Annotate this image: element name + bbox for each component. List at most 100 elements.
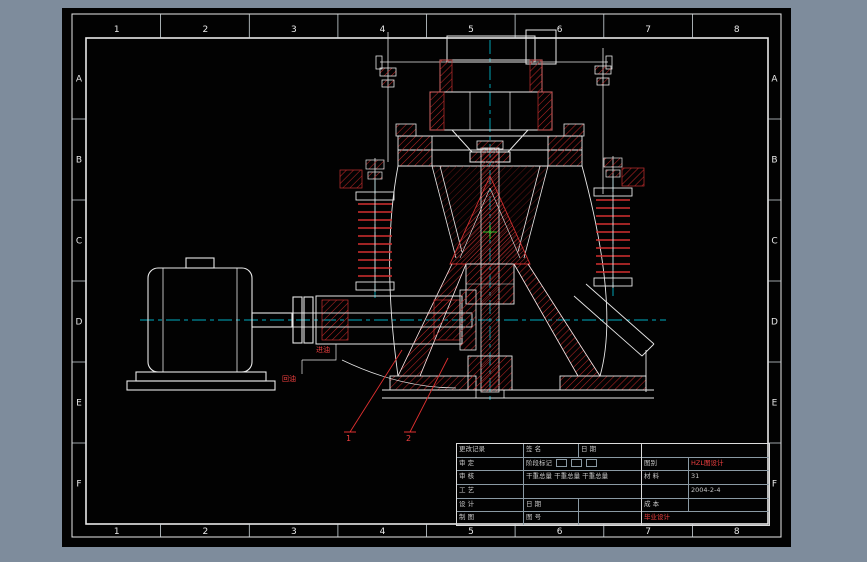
tb-date-col: 日 期 <box>581 445 597 453</box>
tb-sign-col: 签 名 <box>524 444 579 457</box>
oil-in-label: 进油 <box>316 345 330 354</box>
tb-empty-cell <box>642 485 689 498</box>
zone-row-left-E: E <box>76 399 82 409</box>
zone-row-right-D: D <box>771 318 778 328</box>
cad-viewport: 1 1 2 2 3 3 4 4 5 5 6 6 7 7 8 8 A A B B C C D D E E F F 进油 回油 1 2 更… <box>0 0 867 562</box>
feed-box-wall <box>429 91 445 131</box>
zone-row-left-F: F <box>76 480 81 490</box>
zone-col-bottom-7: 7 <box>645 527 651 537</box>
tb-weight-text: 干重总量 干重总量 干重总量 <box>526 472 609 481</box>
zone-row-right-A: A <box>771 75 778 85</box>
title-block: 更改记录 签 名 日 期 审 定 阶段标记 审 核 干重总量 干重总量 干重总量… <box>456 443 770 526</box>
stage-mark-box <box>571 458 583 467</box>
title-block-right: 图别 HZL图设计 材 料 31 2004-2-4 成 本 毕业设计 <box>642 444 769 525</box>
zone-row-left-D: D <box>76 318 83 328</box>
zone-col-top-7: 7 <box>645 25 651 35</box>
stage-mark-box <box>586 458 598 467</box>
zone-col-top-5: 5 <box>468 25 474 35</box>
rim-ring-left <box>397 135 433 167</box>
rod-nut <box>594 65 612 75</box>
title-block-row <box>642 444 769 458</box>
tb-drawing-code: HZL图设计 <box>691 458 724 467</box>
title-block-row: 材 料 31 <box>642 471 769 486</box>
tb-row-design: 设 计 <box>457 498 524 512</box>
title-block-row: 毕业设计 <box>642 512 769 525</box>
hopper-wall <box>439 59 453 93</box>
zone-col-bottom-1: 1 <box>114 527 120 537</box>
tb-empty-cell <box>579 499 641 512</box>
spring-nut <box>367 171 383 180</box>
tb-material-label: 材 料 <box>642 471 689 485</box>
zone-row-left-C: C <box>76 237 82 247</box>
title-block-row: 审 定 阶段标记 <box>457 457 641 472</box>
zone-row-right-E: E <box>772 399 778 409</box>
spring-nut <box>603 157 623 168</box>
tb-empty-cell <box>579 512 641 525</box>
rim-cap-right <box>563 123 585 137</box>
title-block-row: 成 本 <box>642 498 769 513</box>
tb-empty-cell <box>689 499 769 512</box>
tb-code-label: 图别 <box>642 457 689 471</box>
callout-2-label: 2 <box>406 434 411 443</box>
zone-col-top-2: 2 <box>202 25 208 35</box>
zone-col-bottom-2: 2 <box>202 527 208 537</box>
zone-row-right-B: B <box>771 156 777 166</box>
bottom-bearing-housing <box>467 355 513 391</box>
feed-box-wall <box>537 91 553 131</box>
title-block-row: 制 图 图 号 <box>457 512 641 526</box>
zone-col-bottom-5: 5 <box>468 527 474 537</box>
oil-return-label: 回油 <box>282 374 296 383</box>
rod-nut <box>379 67 397 77</box>
tb-empty-cell <box>642 444 769 457</box>
title-block-row: 更改记录 签 名 日 期 <box>457 444 641 458</box>
zone-row-left-A: A <box>76 75 83 85</box>
tb-change-record: 更改记录 <box>457 444 524 457</box>
zone-col-top-4: 4 <box>380 25 386 35</box>
zone-col-top-6: 6 <box>557 25 563 35</box>
title-block-row: 图别 HZL图设计 <box>642 457 769 472</box>
tb-row-process: 工 艺 <box>457 485 524 498</box>
tb-cost-label: 成 本 <box>642 498 689 512</box>
zone-col-top-1: 1 <box>114 25 120 35</box>
zone-row-right-C: C <box>771 237 777 247</box>
title-block-row: 设 计 日 期 <box>457 498 641 513</box>
zone-row-left-B: B <box>76 156 82 166</box>
callout-1-label: 1 <box>346 434 351 443</box>
tb-material-value: 31 <box>691 472 700 481</box>
rim-ring-right <box>547 135 583 167</box>
tb-row-check: 审 核 <box>457 471 524 485</box>
tb-stage-mark-label: 阶段标记 <box>526 458 552 467</box>
tb-row-draw: 制 图 <box>457 512 524 526</box>
stage-mark-box <box>556 458 568 467</box>
zone-col-bottom-4: 4 <box>380 527 386 537</box>
spring-bracket-right <box>621 167 645 187</box>
tb-sheet-label: 图 号 <box>524 512 579 526</box>
rod-nut <box>381 79 395 88</box>
spring-nut <box>365 159 385 170</box>
tb-company: 毕业设计 <box>644 513 670 522</box>
tb-empty-cell <box>524 485 641 498</box>
spring-nut <box>605 169 621 178</box>
tb-row-approve: 审 定 <box>457 457 524 471</box>
title-block-row: 审 核 干重总量 干重总量 干重总量 <box>457 471 641 486</box>
hopper-wall <box>529 59 543 93</box>
rim-cap-left <box>395 123 417 137</box>
zone-col-bottom-3: 3 <box>291 527 297 537</box>
zone-col-top-3: 3 <box>291 25 297 35</box>
zone-col-bottom-8: 8 <box>734 527 740 537</box>
zone-col-top-8: 8 <box>734 25 740 35</box>
rod-nut <box>596 77 610 86</box>
title-block-left: 更改记录 签 名 日 期 审 定 阶段标记 审 核 干重总量 干重总量 干重总量… <box>457 444 642 526</box>
title-block-row: 2004-2-4 <box>642 485 769 499</box>
tb-stage-mark-cell: 阶段标记 <box>524 458 641 471</box>
pinion-housing <box>459 289 477 351</box>
zone-row-right-F: F <box>772 480 777 490</box>
zone-col-bottom-6: 6 <box>557 527 563 537</box>
shaft-top-nut <box>476 140 504 150</box>
title-block-row: 工 艺 <box>457 485 641 499</box>
tb-date-value: 2004-2-4 <box>691 486 721 495</box>
tb-date-label: 日 期 <box>524 498 579 512</box>
base-flange-right <box>559 375 647 391</box>
spring-bracket-left <box>339 169 363 189</box>
bearing-left <box>321 299 349 341</box>
